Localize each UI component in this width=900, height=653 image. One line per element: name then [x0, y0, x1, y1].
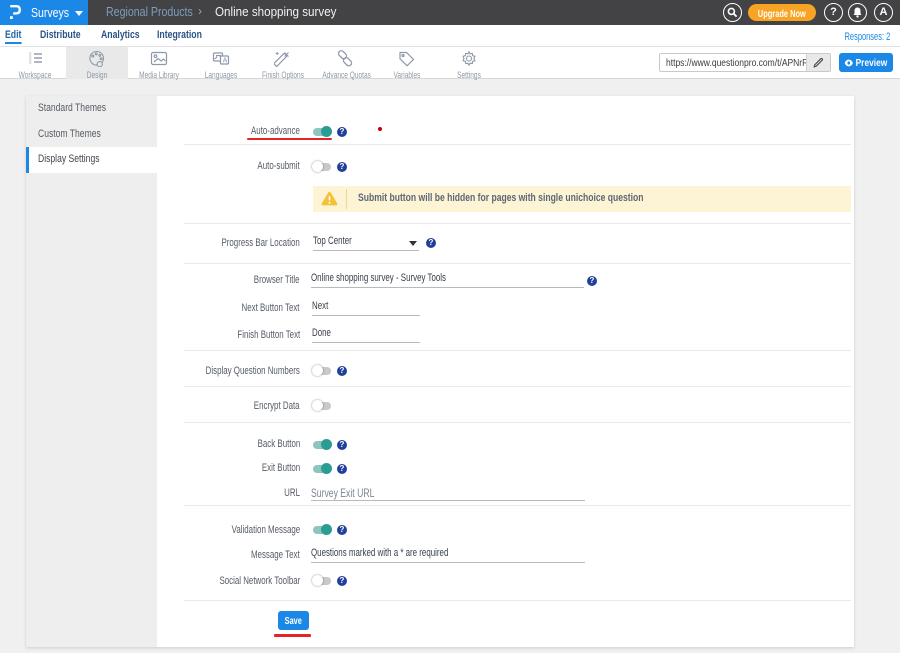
- svg-text:A: A: [223, 57, 228, 64]
